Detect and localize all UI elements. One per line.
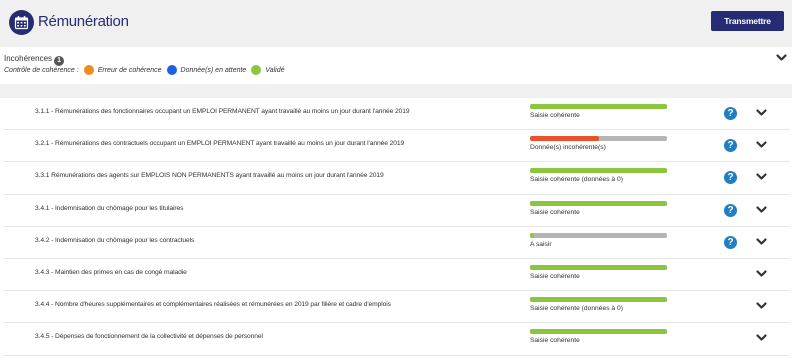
status-text: Donnée(s) incohérente(s) <box>530 144 606 152</box>
chevron-down-icon[interactable] <box>756 205 767 214</box>
help-icon[interactable]: ? <box>724 139 737 153</box>
chevron-down-icon[interactable] <box>756 302 767 310</box>
progress-fill <box>530 104 667 109</box>
chevron-down-icon[interactable] <box>756 238 767 246</box>
green-dot-icon <box>251 65 262 75</box>
help-icon[interactable]: ? <box>724 107 737 120</box>
status-text: A saisir <box>530 240 552 248</box>
progress-bar <box>530 297 667 303</box>
progress-fill <box>530 297 667 303</box>
item-label: 3.4.5 - Dépenses de fonctionnement de la… <box>35 333 263 341</box>
chevron-down-icon[interactable] <box>756 270 767 278</box>
item-label: 3.4.4 - Nombre d'heures supplémentaires … <box>35 301 391 309</box>
chevron-down-icon[interactable] <box>756 334 767 342</box>
legend-error-label: Erreur de cohérence <box>97 66 162 74</box>
chevron-down-icon[interactable] <box>756 141 767 149</box>
item-label: 3.4.2 - Indemnisation du chômage pour le… <box>35 236 195 244</box>
item-label: 3.4.1 - Indemnisation du chômage pour le… <box>35 204 184 212</box>
calendar-icon <box>9 10 34 35</box>
list-item[interactable]: 3.3.1 Rémunérations des agents sur EMPLO… <box>4 162 790 195</box>
list-item[interactable]: 3.2.1 - Rémunérations des contractuels o… <box>4 130 790 163</box>
status-text: Saisie cohérente (données à 0) <box>530 305 623 313</box>
item-label: 3.1.1 - Rémunérations des fonctionnaires… <box>35 108 410 115</box>
status-text: Saisie cohérente <box>530 272 580 280</box>
help-icon[interactable]: ? <box>724 203 737 217</box>
progress-fill <box>530 136 599 142</box>
progress-bar <box>530 232 667 238</box>
help-icon[interactable]: ? <box>724 235 737 249</box>
blue-dot-icon <box>166 65 177 75</box>
incoherences-label: Incohérences <box>4 54 53 63</box>
progress-fill <box>530 200 667 206</box>
status-text: Saisie cohérente <box>530 337 580 345</box>
progress-fill <box>530 264 667 270</box>
list-item[interactable]: 3.1.1 - Rémunérations des fonctionnaires… <box>4 98 790 131</box>
help-icon[interactable]: ? <box>724 171 737 185</box>
rubric-list: 3.1.1 - Rémunérations des fonctionnaires… <box>4 98 790 356</box>
status-text: Saisie cohérente <box>530 112 580 119</box>
list-item[interactable]: 3.4.1 - Indemnisation du chômage pour le… <box>4 194 790 227</box>
progress-bar <box>530 104 667 109</box>
list-item[interactable]: 3.4.4 - Nombre d'heures supplémentaires … <box>4 291 790 324</box>
chevron-down-icon[interactable] <box>756 109 767 117</box>
page-header: Rémunération Transmettre <box>0 0 792 47</box>
progress-fill <box>530 168 667 174</box>
legend-valid-label: Validé <box>265 66 285 74</box>
section-divider <box>0 84 792 98</box>
progress-bar <box>530 200 667 206</box>
progress-bar <box>530 329 667 335</box>
status-text: Saisie cohérente <box>530 208 580 216</box>
page-title: Rémunération <box>38 13 129 30</box>
legend-label: Contrôle de cohérence : <box>4 66 79 74</box>
item-label: 3.2.1 - Rémunérations des contractuels o… <box>35 140 405 148</box>
status-text: Saisie cohérente (données à 0) <box>530 176 623 184</box>
list-item[interactable]: 3.4.5 - Dépenses de fonctionnement de la… <box>4 323 790 356</box>
incoherences-panel[interactable]: Incohérences 1 Contrôle de cohérence : Er… <box>0 48 792 84</box>
progress-bar <box>530 264 667 270</box>
orange-dot-icon <box>83 65 94 75</box>
legend-pending-label: Donnée(s) en attente <box>180 66 247 74</box>
chevron-down-icon[interactable] <box>776 54 787 62</box>
item-label: 3.3.1 Rémunérations des agents sur EMPLO… <box>35 172 384 180</box>
list-item[interactable]: 3.4.3 - Maintien des primes en cas de co… <box>4 258 790 292</box>
transmit-button[interactable]: Transmettre <box>711 11 784 31</box>
progress-fill <box>530 232 535 238</box>
progress-bar <box>530 168 667 174</box>
progress-fill <box>530 329 667 335</box>
progress-bar <box>530 136 667 142</box>
list-item[interactable]: 3.4.2 - Indemnisation du chômage pour le… <box>4 226 790 259</box>
coherence-legend: Contrôle de cohérence : Erreur de cohére… <box>4 65 285 75</box>
chevron-down-icon[interactable] <box>756 173 767 181</box>
item-label: 3.4.3 - Maintien des primes en cas de co… <box>35 268 187 276</box>
